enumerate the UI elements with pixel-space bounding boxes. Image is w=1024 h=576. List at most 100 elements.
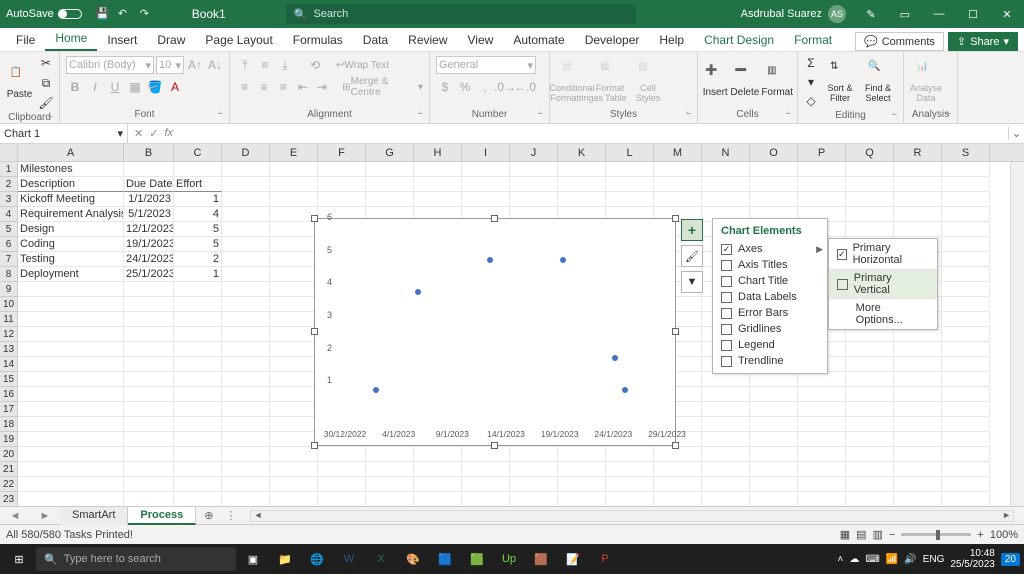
cell[interactable] [270, 477, 318, 492]
cell[interactable] [894, 192, 942, 207]
cell[interactable] [270, 357, 318, 372]
cell[interactable] [174, 162, 222, 177]
cell[interactable]: Description [18, 177, 124, 192]
cell[interactable] [222, 402, 270, 417]
cell[interactable] [174, 342, 222, 357]
paste-button[interactable]: 📋Paste [4, 67, 35, 100]
comma-icon[interactable]: , [476, 78, 494, 96]
cell[interactable] [558, 447, 606, 462]
cell[interactable] [18, 432, 124, 447]
cell[interactable] [750, 402, 798, 417]
cell[interactable] [18, 357, 124, 372]
language-icon[interactable]: ENG [923, 554, 945, 565]
enter-formula-icon[interactable]: ✓ [149, 127, 158, 140]
row-header[interactable]: 6 [0, 237, 18, 252]
cell[interactable] [222, 252, 270, 267]
data-point[interactable] [415, 289, 421, 295]
chrome-icon[interactable]: 🌐 [302, 545, 332, 573]
col-header[interactable]: C [174, 144, 222, 161]
cell[interactable] [270, 387, 318, 402]
cell[interactable] [702, 402, 750, 417]
autosave-toggle[interactable]: AutoSave [0, 8, 88, 20]
zoom-slider[interactable] [901, 533, 971, 536]
font-name-select[interactable]: Calibri (Body)▾ [66, 56, 154, 74]
cell[interactable] [942, 177, 990, 192]
add-sheet-button[interactable]: ⊕ [196, 509, 221, 522]
page-layout-view-icon[interactable]: ▤ [856, 528, 866, 541]
tab-automate[interactable]: Automate [503, 29, 574, 51]
cell[interactable] [318, 492, 366, 506]
cell[interactable] [270, 192, 318, 207]
cell[interactable] [702, 417, 750, 432]
wifi-icon[interactable]: 📶 [886, 554, 898, 565]
cell[interactable] [702, 372, 750, 387]
cell[interactable]: 19/1/2023 [124, 237, 174, 252]
cell[interactable] [798, 462, 846, 477]
cell[interactable] [222, 297, 270, 312]
align-top-icon[interactable]: ⤒ [236, 56, 254, 74]
cell[interactable] [366, 462, 414, 477]
cell[interactable] [270, 447, 318, 462]
cell[interactable] [942, 282, 990, 297]
cell[interactable] [222, 327, 270, 342]
cell[interactable] [124, 357, 174, 372]
keyboard-icon[interactable]: ⌨ [865, 554, 879, 565]
cell[interactable] [222, 282, 270, 297]
chart-element-option[interactable]: Chart Title [713, 273, 827, 289]
border-icon[interactable]: ▦ [126, 78, 144, 96]
row-header[interactable]: 14 [0, 357, 18, 372]
cell[interactable] [510, 477, 558, 492]
cell[interactable] [366, 447, 414, 462]
cell[interactable] [942, 387, 990, 402]
cell[interactable] [606, 462, 654, 477]
cell[interactable] [942, 477, 990, 492]
cell[interactable] [124, 297, 174, 312]
cell[interactable] [318, 447, 366, 462]
notifications-icon[interactable]: 20 [1001, 553, 1020, 566]
cell[interactable] [270, 462, 318, 477]
cell[interactable] [270, 237, 318, 252]
cell[interactable] [18, 387, 124, 402]
cell[interactable] [18, 462, 124, 477]
cell[interactable]: Coding [18, 237, 124, 252]
font-size-select[interactable]: 10▾ [156, 56, 184, 74]
col-header[interactable]: G [366, 144, 414, 161]
row-header[interactable]: 20 [0, 447, 18, 462]
app-icon[interactable]: 🟫 [526, 545, 556, 573]
cut-icon[interactable]: ✂ [37, 54, 55, 72]
cell[interactable] [750, 462, 798, 477]
row-header[interactable]: 9 [0, 282, 18, 297]
resize-handle[interactable] [491, 215, 498, 222]
cell[interactable] [558, 192, 606, 207]
row-header[interactable]: 16 [0, 387, 18, 402]
cell[interactable] [894, 222, 942, 237]
cell[interactable] [222, 207, 270, 222]
user-account[interactable]: Asdrubal Suarez AS [733, 5, 854, 23]
cell[interactable] [942, 297, 990, 312]
cell[interactable] [318, 462, 366, 477]
cell[interactable] [846, 342, 894, 357]
cell[interactable] [414, 162, 462, 177]
horizontal-scrollbar[interactable] [250, 510, 1014, 522]
formula-input[interactable] [179, 124, 1008, 144]
col-header[interactable]: O [750, 144, 798, 161]
cell[interactable] [462, 192, 510, 207]
cell[interactable] [124, 387, 174, 402]
cell[interactable] [124, 372, 174, 387]
plot-area[interactable]: 12345630/12/20224/1/20239/1/202314/1/202… [345, 229, 665, 423]
cell[interactable] [366, 477, 414, 492]
cell[interactable] [894, 417, 942, 432]
cell[interactable] [894, 387, 942, 402]
number-format-select[interactable]: General▾ [436, 56, 536, 74]
chart-element-option[interactable]: Gridlines [713, 321, 827, 337]
cell[interactable]: Deployment [18, 267, 124, 282]
cell[interactable] [318, 477, 366, 492]
cell[interactable] [222, 417, 270, 432]
cell[interactable] [942, 252, 990, 267]
cell[interactable] [894, 402, 942, 417]
col-header[interactable]: B [124, 144, 174, 161]
cell[interactable] [942, 222, 990, 237]
align-middle-icon[interactable]: ≡ [256, 56, 274, 74]
cell[interactable] [462, 447, 510, 462]
cell[interactable] [942, 447, 990, 462]
